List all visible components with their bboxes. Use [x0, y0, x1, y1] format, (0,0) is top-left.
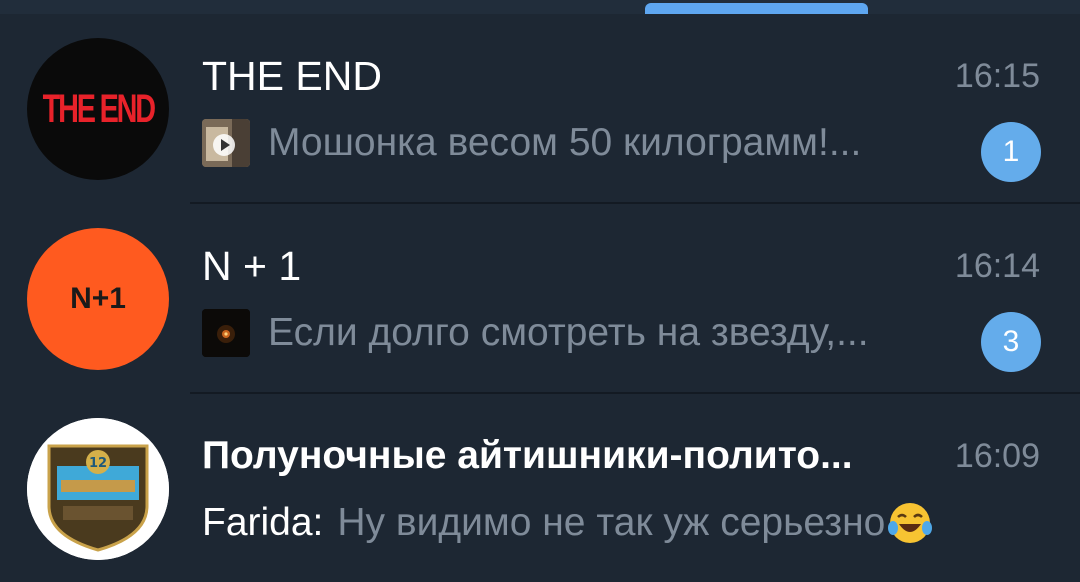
chat-item-the-end[interactable]: THE END THE END 16:15 Мошонка весом 50 к… [0, 14, 1080, 204]
chat-preview: Если долго смотреть на звезду,... [202, 308, 869, 358]
preview-text: Мошонка весом 50 килограмм!... [268, 121, 862, 164]
chat-list-screen: THE END THE END 16:15 Мошонка весом 50 к… [0, 0, 1080, 582]
avatar: N+1 [27, 228, 169, 370]
tab-bar [0, 0, 1080, 14]
chat-title: THE END [202, 53, 382, 99]
avatar-logo-text: N+1 [70, 282, 126, 315]
active-tab-indicator [645, 3, 868, 14]
chat-item-midnight-it[interactable]: 12 Полуночные айтишники-полито... 16:09 … [0, 394, 1080, 582]
chat-time: 16:15 [954, 57, 1040, 95]
chat-time: 16:14 [954, 247, 1040, 285]
chat-item-n-plus-1[interactable]: N+1 N + 1 16:14 Если долго смотреть на з… [0, 204, 1080, 394]
unread-badge: 3 [981, 312, 1041, 372]
sender-name: Farida: [202, 501, 324, 544]
avatar-logo-text: THE END [42, 86, 155, 131]
avatar: THE END [27, 38, 169, 180]
chat-title: Полуночные айтишники-полито... [202, 434, 853, 477]
chat-time: 16:09 [954, 437, 1040, 475]
video-thumbnail-icon [202, 119, 250, 167]
unread-badge: 1 [981, 122, 1041, 182]
star-image-thumbnail-icon [202, 309, 250, 357]
chat-preview: Farida: Ну видимо не так уж серьезно [202, 498, 933, 548]
emblem-icon: 12 [27, 418, 169, 560]
svg-text:12: 12 [89, 456, 107, 471]
preview-text: Ну видимо не так уж серьезно [337, 501, 886, 544]
avatar: 12 [27, 418, 169, 560]
chat-preview: Мошонка весом 50 килограмм!... [202, 118, 861, 168]
preview-text: Если долго смотреть на звезду,... [268, 311, 869, 354]
chat-title: N + 1 [202, 243, 302, 289]
laughing-emoji-icon [888, 503, 933, 543]
